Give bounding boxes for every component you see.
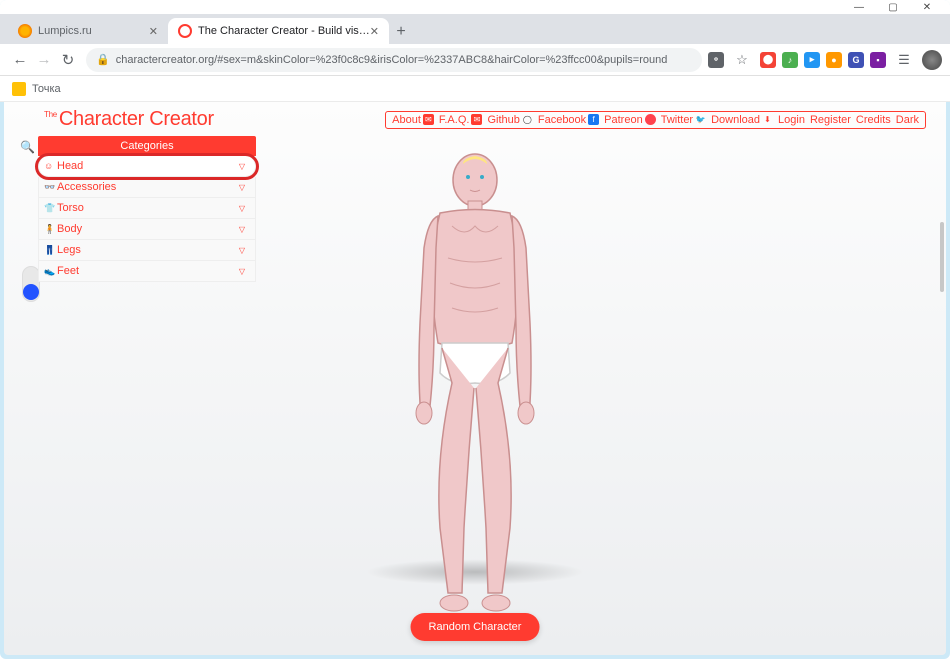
reload-button[interactable]: ↻ <box>56 51 80 69</box>
extension-icon[interactable]: G <box>848 52 864 68</box>
tab-title: The Character Creator - Build vis… <box>198 25 370 37</box>
extension-icon[interactable]: ♪ <box>782 52 798 68</box>
window-close[interactable]: ✕ <box>910 2 944 13</box>
extension-icon[interactable]: ▸ <box>804 52 820 68</box>
favicon-icon <box>18 24 32 38</box>
category-label: Head <box>57 160 83 172</box>
chevron-down-icon: ▽ <box>239 225 245 234</box>
head-icon: ☺ <box>44 161 53 171</box>
page-content: TheCharacter Creator About✉ F.A.Q.✉ Gith… <box>4 102 946 655</box>
extension-icon[interactable]: ● <box>826 52 842 68</box>
category-body[interactable]: 🧍 Body ▽ <box>38 219 256 240</box>
address-bar: ← → ↻ 🔒 charactercreator.org/#sex=m&skin… <box>0 44 950 76</box>
tab-close-icon[interactable]: ✕ <box>370 25 379 38</box>
window-maximize[interactable]: ▢ <box>876 2 910 13</box>
random-character-button[interactable]: Random Character <box>411 613 540 641</box>
star-icon[interactable]: ☆ <box>730 52 754 68</box>
extension-icon[interactable]: ⬤ <box>760 52 776 68</box>
category-feet[interactable]: 👟 Feet ▽ <box>38 261 256 282</box>
glasses-icon: 👓 <box>44 182 55 193</box>
character-figure[interactable] <box>380 148 570 618</box>
category-accessories[interactable]: 👓 Accessories ▽ <box>38 177 256 198</box>
browser-tab-active[interactable]: The Character Creator - Build vis… ✕ <box>168 18 389 44</box>
category-label: Accessories <box>57 181 116 193</box>
bookmark-folder-icon <box>12 82 26 96</box>
tab-title: Lumpics.ru <box>38 25 92 37</box>
translate-icon[interactable]: ⚬ <box>708 52 724 68</box>
window-minimize[interactable]: — <box>842 2 876 13</box>
tabs-strip: Lumpics.ru ✕ The Character Creator - Bui… <box>0 14 950 44</box>
back-button[interactable]: ← <box>8 51 32 68</box>
browser-tab[interactable]: Lumpics.ru ✕ <box>8 18 168 44</box>
reading-list-icon[interactable]: ☰ <box>892 52 916 68</box>
chevron-down-icon: ▽ <box>239 183 245 192</box>
category-label: Feet <box>57 265 79 277</box>
body-icon: 🧍 <box>44 224 55 235</box>
pants-icon: 👖 <box>44 245 55 256</box>
window-titlebar: — ▢ ✕ <box>0 0 950 14</box>
category-label: Torso <box>57 202 84 214</box>
chevron-down-icon: ▽ <box>239 204 245 213</box>
browser-window: — ▢ ✕ Lumpics.ru ✕ The Character Creator… <box>0 0 950 659</box>
shoe-icon: 👟 <box>44 266 55 277</box>
bookmarks-bar: Точка <box>0 76 950 102</box>
extension-icon[interactable]: ▪ <box>870 52 886 68</box>
lock-icon: 🔒 <box>96 53 110 66</box>
category-label: Body <box>57 223 82 235</box>
category-legs[interactable]: 👖 Legs ▽ <box>38 240 256 261</box>
extensions-area: ⚬ ☆ ⬤ ♪ ▸ ● G ▪ ☰ <box>708 50 942 70</box>
tab-close-icon[interactable]: ✕ <box>149 25 158 38</box>
search-icon[interactable]: 🔍 <box>20 140 34 154</box>
categories-header: Categories <box>38 136 256 156</box>
new-tab-button[interactable]: + <box>389 20 413 44</box>
categories-panel: Categories ☺ Head ▽ 👓 Accessories ▽ 👕 To… <box>38 136 256 282</box>
profile-avatar[interactable] <box>922 50 942 70</box>
url-input[interactable]: 🔒 charactercreator.org/#sex=m&skinColor=… <box>86 48 702 72</box>
chevron-down-icon: ▽ <box>239 246 245 255</box>
chevron-down-icon: ▽ <box>239 162 245 171</box>
bookmark-item[interactable]: Точка <box>32 83 61 95</box>
shirt-icon: 👕 <box>44 203 55 214</box>
url-text: charactercreator.org/#sex=m&skinColor=%2… <box>116 54 668 66</box>
favicon-icon <box>178 24 192 38</box>
category-head[interactable]: ☺ Head ▽ <box>38 156 256 177</box>
scrollbar[interactable] <box>940 222 944 645</box>
category-label: Legs <box>57 244 81 256</box>
scrollbar-thumb[interactable] <box>940 222 944 292</box>
category-torso[interactable]: 👕 Torso ▽ <box>38 198 256 219</box>
forward-button[interactable]: → <box>32 51 56 68</box>
chevron-down-icon: ▽ <box>239 267 245 276</box>
